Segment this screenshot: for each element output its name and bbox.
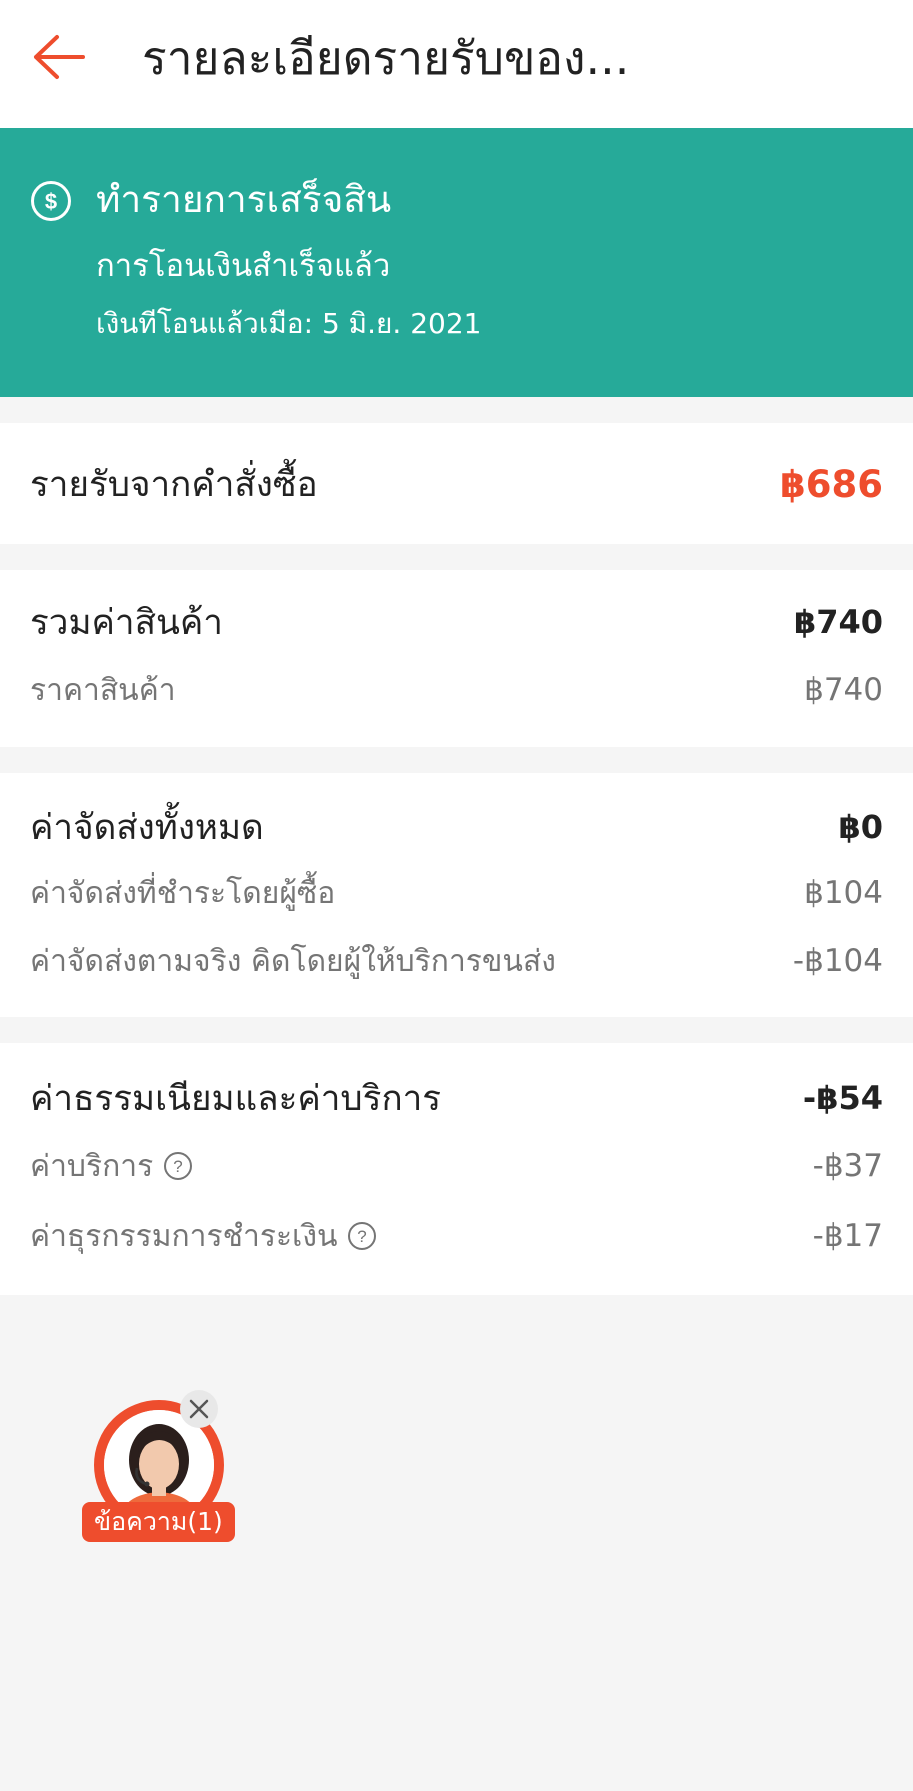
dollar-circle-icon: $ [31,181,71,221]
payment-fee-value: -฿17 [812,1218,883,1254]
help-circle-icon[interactable]: ? [347,1221,377,1251]
arrow-left-icon [34,35,85,79]
svg-text:$: $ [45,189,57,214]
chat-widget[interactable]: ข้อความ(1) [80,1390,240,1550]
product-total-card: รวมค่าสินค้า ฿740 ราคาสินค้า ฿740 [0,570,913,747]
order-income-label: รายรับจากคำสั่งซื้อ [30,464,318,505]
fees-card: ค่าธรรมเนียมและค่าบริการ -฿54 ค่าบริการ … [0,1043,913,1295]
product-total-label: รวมค่าสินค้า [30,602,223,643]
actual-shipping-value: -฿104 [792,943,883,979]
product-total-value: ฿740 [793,603,883,641]
shipping-total-label: ค่าจัดส่งทั้งหมด [30,807,264,848]
list-item: ค่าจัดส่งตามจริง คิดโดยผู้ให้บริการขนส่ง… [30,937,883,985]
product-price-label: ราคาสินค้า [30,672,176,708]
list-item: ค่าจัดส่งที่ชำระโดยผู้ซื้อ ฿104 [30,869,883,917]
close-icon[interactable] [180,1390,218,1428]
product-price-value: ฿740 [804,672,883,708]
buyer-paid-shipping-value: ฿104 [804,875,883,911]
shipping-card: ค่าจัดส่งทั้งหมด ฿0 ค่าจัดส่งที่ชำระโดยผ… [0,773,913,1017]
list-item: ค่าธุรกรรมการชำระเงิน ? -฿17 [30,1211,883,1261]
service-fee-label: ค่าบริการ [30,1148,154,1184]
status-subtitle: การโอนเงินสำเร็จแล้ว [96,248,391,284]
fees-total-label: ค่าธรรมเนียมและค่าบริการ [30,1078,442,1119]
transfer-date: เงินทีโอนแล้วเมือ: 5 มิ.ย. 2021 [96,307,482,340]
top-bar: รายละเอียดรายรับของ... [0,0,913,128]
page-title: รายละเอียดรายรับของ... [142,31,630,85]
buyer-paid-shipping-label: ค่าจัดส่งที่ชำระโดยผู้ซื้อ [30,875,336,911]
status-title: ทำรายการเสร็จสิน [96,178,392,221]
chat-message-badge[interactable]: ข้อความ(1) [82,1502,235,1542]
actual-shipping-label: ค่าจัดส่งตามจริง คิดโดยผู้ให้บริการขนส่ง [30,943,556,979]
back-button[interactable] [26,24,92,90]
svg-text:?: ? [173,1157,182,1176]
list-item: ค่าบริการ ? -฿37 [30,1141,883,1191]
order-income-value: ฿686 [780,462,883,506]
help-circle-icon[interactable]: ? [163,1151,193,1181]
service-fee-value: -฿37 [812,1148,883,1184]
fees-total-value: -฿54 [802,1079,883,1117]
payment-fee-label: ค่าธุรกรรมการชำระเงิน [30,1218,338,1254]
order-income-card: รายรับจากคำสั่งซื้อ ฿686 [0,423,913,544]
shipping-total-value: ฿0 [838,808,883,846]
list-item: ราคาสินค้า ฿740 [30,666,883,714]
status-banner: $ ทำรายการเสร็จสิน การโอนเงินสำเร็จแล้ว … [0,128,913,397]
svg-text:?: ? [358,1227,367,1246]
